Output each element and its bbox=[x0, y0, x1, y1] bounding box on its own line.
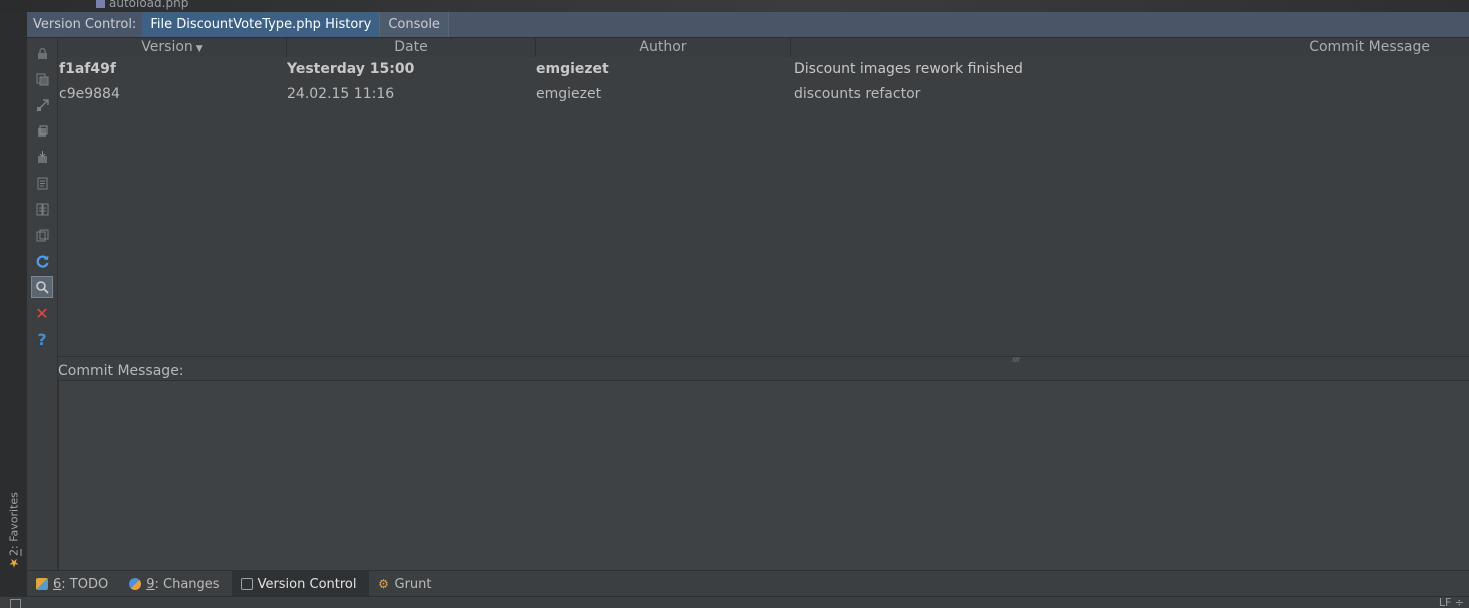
close-icon[interactable]: ✕ bbox=[33, 304, 51, 323]
favorites-strip: ★ 2: Favorites bbox=[0, 12, 28, 596]
tab-console[interactable]: Console bbox=[379, 12, 449, 37]
star-icon: ★ bbox=[7, 556, 21, 570]
sort-desc-icon: ▼ bbox=[195, 44, 203, 54]
compare-icon[interactable] bbox=[33, 200, 51, 218]
table-row[interactable]: c9e9884 24.02.15 11:16 emgiezet discount… bbox=[58, 82, 1469, 107]
annotate-icon[interactable] bbox=[33, 174, 51, 192]
todo-label: : TODO bbox=[61, 576, 109, 592]
history-toolbar: ✕ ? bbox=[27, 38, 58, 570]
editor-remnant: autoload.php bbox=[0, 0, 1469, 12]
version-control-tool-button[interactable]: Version Control bbox=[231, 571, 369, 597]
lock-icon[interactable] bbox=[33, 44, 51, 62]
column-header-author[interactable]: Author bbox=[536, 38, 791, 57]
copy-revision-icon[interactable] bbox=[33, 122, 51, 140]
ide-window: autoload.php ★ 2: Favorites Version Cont… bbox=[0, 0, 1469, 608]
cell-author: emgiezet bbox=[536, 61, 609, 77]
status-bar: LF ÷ bbox=[0, 596, 1469, 608]
refresh-icon[interactable] bbox=[33, 252, 51, 270]
cell-version: f1af49f bbox=[59, 61, 116, 77]
changes-icon bbox=[129, 578, 142, 590]
grunt-icon: ⚙ bbox=[378, 577, 389, 591]
favorites-tool-button[interactable]: ★ 2: Favorites bbox=[5, 490, 23, 570]
bottom-tool-bar: 6: TODO 9: Changes Version Control ⚙ Grun… bbox=[27, 570, 1469, 597]
clipboard-icon[interactable] bbox=[33, 226, 51, 244]
editor-file-name: autoload.php bbox=[109, 0, 189, 10]
grunt-label: Grunt bbox=[394, 576, 432, 592]
tool-window-prefix: Version Control: bbox=[33, 17, 137, 32]
favorites-label: : Favorites bbox=[7, 492, 21, 549]
history-table-header: Version ▼ Date Author Commit Message bbox=[58, 38, 1469, 58]
search-icon[interactable] bbox=[31, 276, 53, 298]
php-file-icon bbox=[96, 0, 105, 8]
todo-icon bbox=[36, 578, 48, 590]
editor-file-tab[interactable]: autoload.php bbox=[96, 0, 188, 10]
copy-icon[interactable] bbox=[33, 70, 51, 88]
toggle-tool-windows-icon[interactable] bbox=[10, 599, 21, 608]
help-icon[interactable]: ? bbox=[33, 330, 51, 349]
commit-message-label: Commit Message: bbox=[58, 362, 1469, 380]
todo-number: 6 bbox=[53, 576, 62, 592]
history-table: Version ▼ Date Author Commit Message f1af… bbox=[58, 38, 1469, 356]
column-header-date[interactable]: Date bbox=[287, 38, 536, 57]
cell-message: Discount images rework finished bbox=[794, 61, 1023, 77]
column-header-commit-message[interactable]: Commit Message bbox=[791, 38, 1449, 57]
tool-window-header: Version Control: File DiscountVoteType.p… bbox=[27, 12, 1469, 38]
changes-tool-button[interactable]: 9: Changes bbox=[120, 571, 231, 597]
column-header-version[interactable]: Version ▼ bbox=[58, 38, 287, 57]
cell-version: c9e9884 bbox=[59, 86, 120, 102]
favorites-number: 2 bbox=[7, 549, 21, 556]
commit-message-area[interactable] bbox=[58, 380, 1469, 570]
changes-label: : Changes bbox=[154, 576, 220, 592]
grunt-tool-button[interactable]: ⚙ Grunt bbox=[369, 571, 444, 597]
diff-icon[interactable] bbox=[33, 96, 51, 114]
cell-date: 24.02.15 11:16 bbox=[287, 86, 395, 102]
changes-number: 9 bbox=[146, 576, 155, 592]
line-separator-indicator[interactable]: LF ÷ bbox=[1439, 597, 1464, 608]
get-revision-icon[interactable] bbox=[33, 148, 51, 166]
version-control-label: Version Control bbox=[257, 576, 357, 592]
version-control-icon bbox=[240, 578, 253, 590]
table-row[interactable]: f1af49f Yesterday 15:00 emgiezet Discoun… bbox=[58, 57, 1469, 82]
tab-file-history[interactable]: File DiscountVoteType.php History bbox=[142, 12, 380, 37]
cell-author: emgiezet bbox=[536, 86, 602, 102]
cell-date: Yesterday 15:00 bbox=[287, 61, 415, 77]
cell-message: discounts refactor bbox=[794, 86, 921, 102]
todo-tool-button[interactable]: 6: TODO bbox=[27, 571, 120, 597]
